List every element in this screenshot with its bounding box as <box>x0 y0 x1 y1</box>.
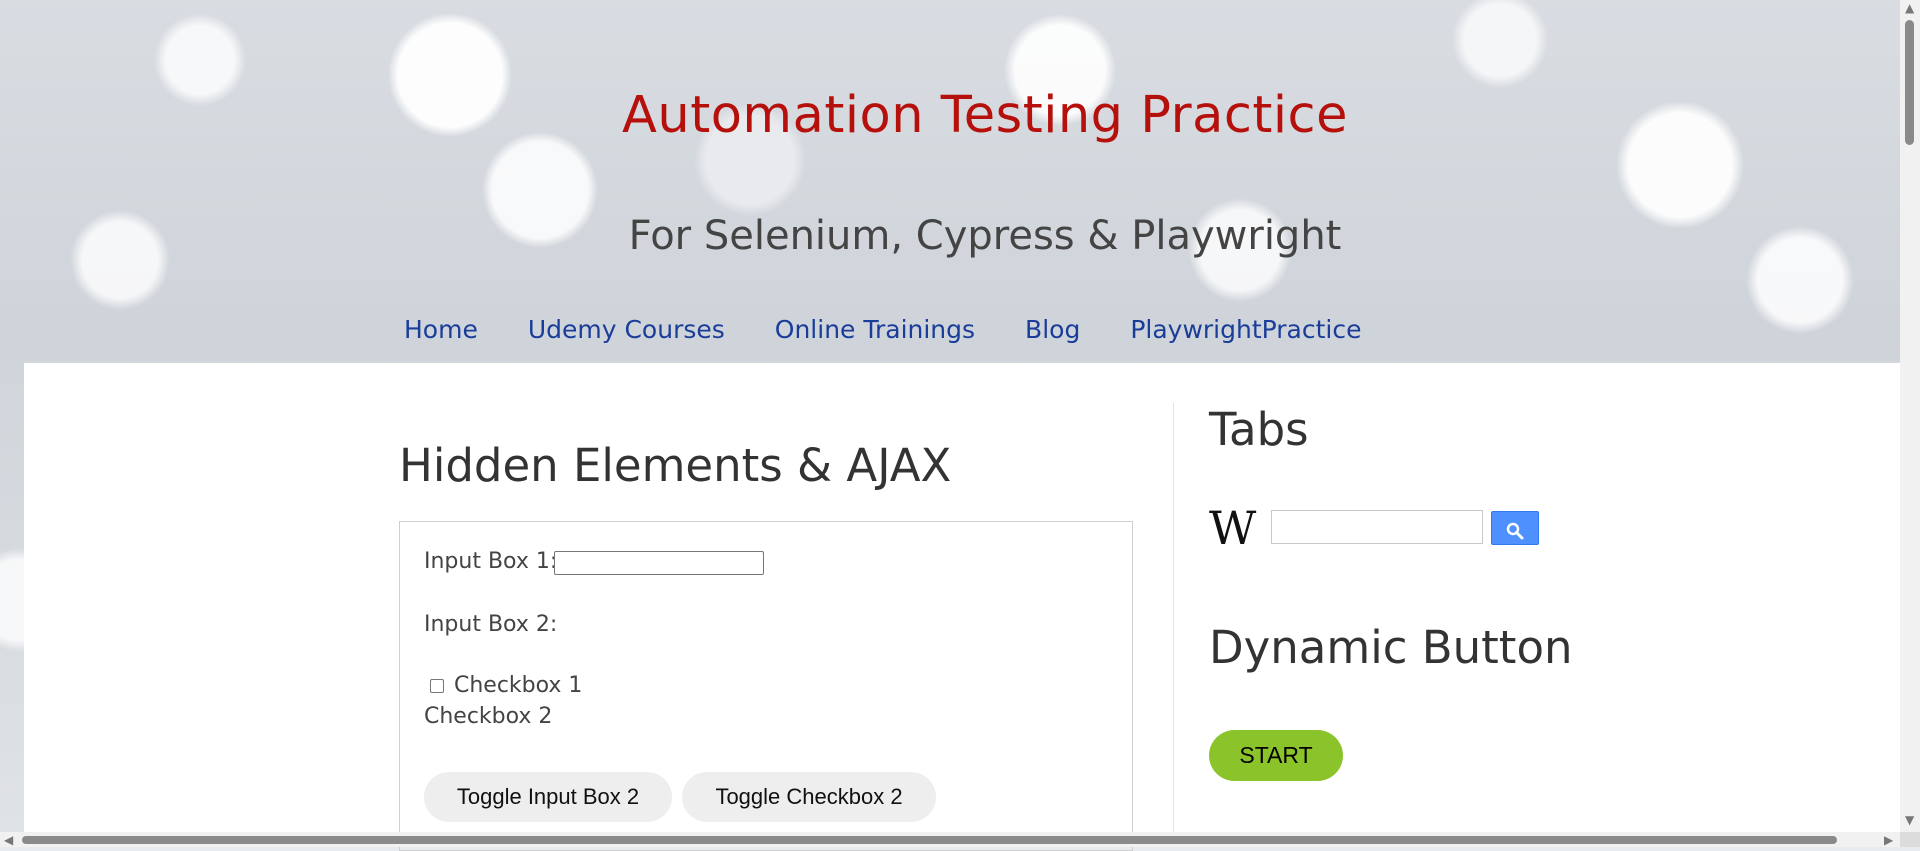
scroll-left-icon[interactable]: ◀ <box>4 834 13 846</box>
site-title: Automation Testing Practice <box>622 86 1348 145</box>
site-tagline: For Selenium, Cypress & Playwright <box>628 213 1342 259</box>
scroll-up-icon[interactable]: ▲ <box>1905 2 1914 14</box>
hidden-elements-widget: Input Box 1: Input Box 2: Checkbox 1 Che… <box>399 521 1133 851</box>
main-nav: Home Udemy Courses Online Trainings Blog… <box>404 315 1362 344</box>
checkbox-1-label: Checkbox 1 <box>454 673 583 698</box>
wikipedia-search-button[interactable] <box>1491 511 1539 545</box>
nav-blog-link[interactable]: Blog <box>1025 315 1080 344</box>
input-box-2-label: Input Box 2: <box>424 612 558 637</box>
wikipedia-logo-icon: W <box>1209 501 1257 555</box>
nav-playwright-practice-link[interactable]: PlaywrightPractice <box>1130 315 1361 344</box>
hidden-elements-heading: Hidden Elements & AJAX <box>399 439 952 492</box>
nav-udemy-courses-link[interactable]: Udemy Courses <box>528 315 725 344</box>
vertical-scrollbar-thumb[interactable] <box>1905 20 1914 145</box>
input-box-1-field[interactable] <box>554 551 764 575</box>
vertical-scrollbar[interactable]: ▲ ▼ <box>1900 0 1920 832</box>
scroll-down-icon[interactable]: ▼ <box>1905 814 1914 826</box>
start-button[interactable]: START <box>1209 730 1343 781</box>
toggle-input-box-2-button[interactable]: Toggle Input Box 2 <box>424 772 672 822</box>
checkbox-2-label: Checkbox 2 <box>424 704 553 729</box>
tabs-heading: Tabs <box>1209 403 1309 456</box>
checkbox-1[interactable] <box>430 679 444 693</box>
dynamic-button-heading: Dynamic Button <box>1209 621 1573 674</box>
content-area: Hidden Elements & AJAX Input Box 1: Inpu… <box>24 362 1900 851</box>
nav-home-link[interactable]: Home <box>404 315 478 344</box>
wikipedia-search-input[interactable] <box>1271 510 1483 544</box>
toggle-checkbox-2-button[interactable]: Toggle Checkbox 2 <box>682 772 936 822</box>
scrollbar-corner <box>1900 832 1920 847</box>
nav-online-trainings-link[interactable]: Online Trainings <box>775 315 975 344</box>
search-icon <box>1506 522 1524 540</box>
horizontal-scrollbar-thumb[interactable] <box>22 836 1837 844</box>
scroll-right-icon[interactable]: ▶ <box>1884 834 1893 846</box>
column-divider <box>1173 403 1174 833</box>
horizontal-scrollbar[interactable]: ◀ ▶ <box>0 832 1900 847</box>
site-header: Automation Testing Practice For Selenium… <box>0 0 1900 362</box>
input-box-1-label: Input Box 1: <box>424 549 558 574</box>
